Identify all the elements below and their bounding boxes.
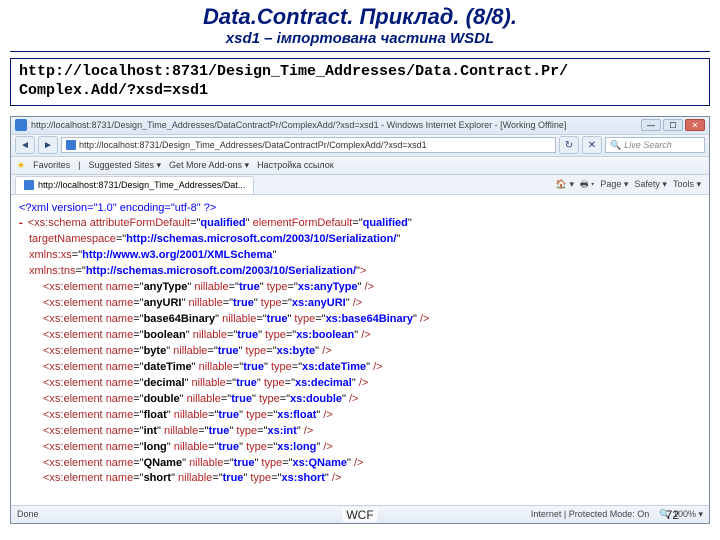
- suggested-sites-link[interactable]: Suggested Sites ▾: [88, 160, 161, 171]
- maximize-button[interactable]: ☐: [663, 119, 683, 131]
- slide-title: Data.Contract. Приклад. (8/8).: [0, 0, 720, 30]
- window-title-text: http://localhost:8731/Design_Time_Addres…: [31, 120, 641, 130]
- ie-icon: [15, 119, 27, 131]
- page-icon: [66, 140, 76, 150]
- url-display-box: http://localhost:8731/Design_Time_Addres…: [10, 58, 710, 106]
- page-content: <?xml version="1.0" encoding="utf-8" ?>-…: [11, 195, 709, 505]
- tab-label: http://localhost:8731/Design_Time_Addres…: [38, 180, 245, 190]
- tab-icon: [24, 180, 34, 190]
- refresh-button[interactable]: ↻: [559, 136, 579, 154]
- browser-titlebar: http://localhost:8731/Design_Time_Addres…: [11, 117, 709, 135]
- safety-menu[interactable]: Safety ▾: [634, 179, 667, 190]
- search-icon: 🔍: [610, 140, 621, 151]
- favorites-label[interactable]: Favorites: [33, 160, 70, 170]
- favorites-star-icon[interactable]: ★: [17, 160, 25, 171]
- home-menu[interactable]: 🏠 ▾: [556, 179, 574, 190]
- status-text: Done: [17, 509, 39, 519]
- slide-subtitle: xsd1 – імпортована частина WSDL: [10, 30, 710, 52]
- page-number: 72: [666, 508, 679, 522]
- custom-links-link[interactable]: Настройка ссылок: [257, 160, 334, 170]
- footer-label: WCF: [342, 508, 377, 522]
- browser-window: http://localhost:8731/Design_Time_Addres…: [10, 116, 710, 524]
- tab-strip: http://localhost:8731/Design_Time_Addres…: [11, 175, 709, 195]
- close-button[interactable]: ✕: [685, 119, 705, 131]
- favorites-bar: ★ Favorites | Suggested Sites ▾ Get More…: [11, 157, 709, 175]
- zone-label: Internet | Protected Mode: On: [531, 509, 649, 519]
- search-box[interactable]: 🔍 Live Search: [605, 137, 705, 153]
- active-tab[interactable]: http://localhost:8731/Design_Time_Addres…: [15, 176, 254, 194]
- fav-divider: |: [78, 160, 80, 170]
- browser-toolbar: ◄ ► http://localhost:8731/Design_Time_Ad…: [11, 135, 709, 157]
- page-menu[interactable]: Page ▾: [600, 179, 628, 190]
- more-addons-link[interactable]: Get More Add-ons ▾: [169, 160, 249, 171]
- back-button[interactable]: ◄: [15, 136, 35, 154]
- minimize-button[interactable]: —: [641, 119, 661, 131]
- print-menu[interactable]: 🖶 ▾: [580, 177, 594, 193]
- command-bar: 🏠 ▾ 🖶 ▾ Page ▾ Safety ▾ Tools ▾: [556, 176, 705, 194]
- stop-button[interactable]: ✕: [582, 136, 602, 154]
- address-text: http://localhost:8731/Design_Time_Addres…: [79, 140, 427, 150]
- address-bar[interactable]: http://localhost:8731/Design_Time_Addres…: [61, 137, 556, 153]
- forward-button[interactable]: ►: [38, 136, 58, 154]
- tools-menu[interactable]: Tools ▾: [673, 179, 701, 190]
